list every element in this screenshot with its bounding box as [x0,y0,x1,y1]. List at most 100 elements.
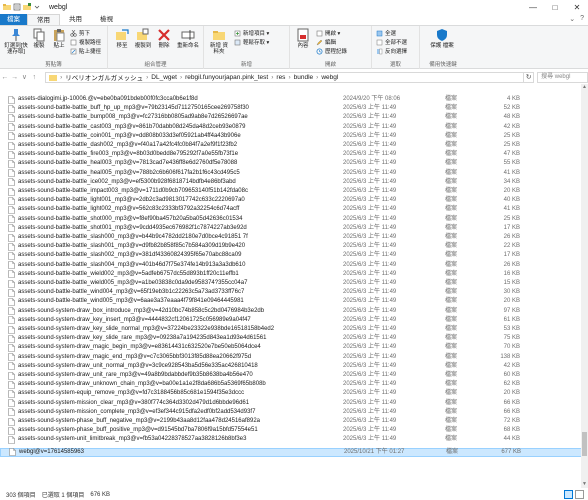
maximize-button[interactable]: □ [544,0,566,14]
breadcrumb-segment[interactable]: webgl [321,74,338,81]
details-view-icon[interactable] [564,490,573,499]
file-row[interactable]: assets-sound-battle-battle_light002_mp3@… [0,205,588,214]
copy-path-button[interactable]: 複製路徑 [70,38,101,46]
file-row[interactable]: assets-sound-battle-battle_wind004_mp3@v… [0,288,588,297]
file-row[interactable]: assets-sound-battle-battle_dash002_mp3@v… [0,141,588,150]
rename-button[interactable]: 重新命名 [175,28,201,49]
file-row[interactable]: assets-sound-system-equip_remove_mp3@v=f… [0,389,588,398]
file-row[interactable]: assets-sound-system-phase_buff_negative_… [0,417,588,426]
file-row[interactable]: assets-sound-system-draw_unit_normal_mp3… [0,362,588,371]
quick-access-toolbar [0,3,41,11]
scroll-down-arrow-icon[interactable]: ▼ [581,481,588,488]
move-to-button[interactable]: 移至 [112,28,132,49]
file-size: 53 KB [503,326,520,333]
file-row[interactable]: assets-sound-battle-battle_heal003_mp3@v… [0,159,588,168]
breadcrumb-segment[interactable]: rebgil.funyourjapan.pink_test [185,74,268,81]
file-row[interactable]: assets-sound-system-draw_key_slide_norma… [0,325,588,334]
file-row[interactable]: assets-sound-system-draw_magic_end_mp3@v… [0,353,588,362]
folder-icon [49,74,58,81]
file-type: 檔案 [445,289,458,296]
delete-button[interactable]: 刪除 [155,28,173,49]
file-row[interactable]: assets-sound-system-draw_box_introduce_m… [0,307,588,316]
history-button[interactable]: 歷程記錄 [316,47,347,55]
file-row[interactable]: assets-sound-system-draw_unit_rare_mp3@v… [0,371,588,380]
scroll-thumb[interactable] [582,432,587,456]
paste-shortcut-button[interactable]: 貼上捷徑 [70,47,101,55]
file-row[interactable]: assets-sound-battle-battle_wield002_mp3@… [0,270,588,279]
close-button[interactable]: ✕ [566,0,588,14]
breadcrumb-segment[interactable]: リベリオンガルガメッシュ [65,72,143,82]
new-item-button[interactable]: 新增項目 ▾ [234,29,269,37]
file-row[interactable]: assets-sound-battle-battle_wield005_mp3@… [0,279,588,288]
file-row[interactable]: assets-sound-battle-battle_impact003_mp3… [0,187,588,196]
selected-size: 676 KB [90,491,111,498]
tab-home[interactable]: 常用 [27,14,60,25]
breadcrumb-segment[interactable]: bundle [294,74,314,81]
new-folder-button[interactable]: 新增 資料夾 [208,28,230,55]
tab-view[interactable]: 檢視 [91,14,122,25]
file-date: 2025/6/3 上午 11:49 [343,280,397,287]
file-row[interactable]: assets-sound-battle-battle_buff_hp_up_mp… [0,104,588,113]
select-all-button[interactable]: 全選 [376,29,396,37]
file-row[interactable]: assets-sound-battle-battle_coin001_mp3@v… [0,132,588,141]
file-row[interactable]: assets-sound-battle-battle_wind005_mp3@v… [0,297,588,306]
edit-button[interactable]: 編輯 [316,38,336,46]
file-row[interactable]: assets-sound-battle-battle_slash004_mp3@… [0,261,588,270]
file-row[interactable]: assets-sound-system-draw_key_insert_mp3@… [0,316,588,325]
large-icons-view-icon[interactable] [575,490,584,499]
file-row[interactable]: assets-sound-system-draw_magic_begin_mp3… [0,343,588,352]
select-none-button[interactable]: 全部不選 [376,38,407,46]
file-type: 檔案 [445,142,458,149]
back-button[interactable]: ← [0,74,10,81]
easy-access-button[interactable]: 輕鬆存取 ▾ [234,38,269,46]
invert-selection-button[interactable]: 反向選擇 [376,47,407,55]
new-folder-icon[interactable] [23,3,31,11]
file-row[interactable]: assets-sound-system-mission_clear_mp3@v=… [0,399,588,408]
file-row[interactable]: assets-sound-battle-battle_ice002_mp3@v=… [0,178,588,187]
tab-file[interactable]: 檔案 [0,14,27,25]
file-row[interactable]: assets-sound-battle-battle_slash000_mp3@… [0,233,588,242]
scroll-up-arrow-icon[interactable]: ▲ [581,84,588,91]
file-row[interactable]: assets-sound-battle-battle_bump008_mp3@v… [0,113,588,122]
file-row[interactable]: assets-dialogimi.jp-10006.@v=ebe0ba091bd… [0,95,588,104]
file-row[interactable]: assets-sound-system-draw_key_slide_rare_… [0,334,588,343]
file-row[interactable]: assets-sound-battle-battle_slash002_mp3@… [0,251,588,260]
file-row[interactable]: assets-sound-battle-battle_fire003_mp3@v… [0,150,588,159]
file-row[interactable]: webgl@v=17614585963 2025/10/21 下午 01:27 檔案… [0,447,588,457]
cut-button[interactable]: 剪下 [70,29,90,37]
copy-button[interactable]: 複製 [30,28,48,49]
breadcrumb[interactable]: › リベリオンガルガメッシュ › DL_wget › rebgil.funyou… [45,71,525,83]
copy-to-button[interactable]: 複製到 [133,28,153,49]
ribbon-collapse-icon[interactable]: ⌄ [569,15,575,23]
help-icon[interactable]: ? [580,15,584,23]
file-row[interactable]: assets-sound-battle-battle_cast003_mp3@v… [0,123,588,132]
search-input[interactable]: 搜尋 webgl [537,71,588,83]
tab-share[interactable]: 共用 [60,14,91,25]
properties-button[interactable]: 內容 [294,28,312,49]
protect-files-button[interactable]: 保護 檔案 [428,28,456,49]
file-date: 2025/6/3 上午 11:49 [343,142,397,149]
up-button[interactable]: ↑ [29,74,39,81]
file-row[interactable]: assets-sound-system-phase_buff_positive_… [0,426,588,435]
properties-icon[interactable] [13,3,21,11]
file-size: 70 KB [503,344,520,351]
file-row[interactable]: assets-sound-battle-battle_shot001_mp3@v… [0,224,588,233]
file-row[interactable]: assets-sound-system-mission_complete_mp3… [0,408,588,417]
file-row[interactable]: assets-sound-system-unit_limitbreak_mp3@… [0,435,588,444]
file-row[interactable]: assets-sound-battle-battle_light001_mp3@… [0,196,588,205]
file-row[interactable]: assets-sound-system-draw_unknown_chain_m… [0,380,588,389]
dropdown-arrow-icon[interactable] [33,3,41,11]
refresh-button[interactable]: ↻ [524,71,535,83]
file-row[interactable]: assets-sound-battle-battle_slash001_mp3@… [0,242,588,251]
recent-locations-button[interactable]: ∨ [20,73,30,81]
forward-button[interactable]: → [10,74,20,81]
breadcrumb-segment[interactable]: DL_wget [151,74,177,81]
pin-quick-access-button[interactable]: 釘選到[快速存取] [3,28,29,55]
vertical-scrollbar[interactable]: ▲ ▼ [581,84,588,488]
file-row[interactable]: assets-sound-battle-battle_shot000_mp3@v… [0,215,588,224]
file-row[interactable]: assets-sound-battle-battle_heal005_mp3@v… [0,169,588,178]
open-button[interactable]: 開啟 ▾ [316,29,340,37]
minimize-button[interactable]: — [522,0,544,14]
breadcrumb-segment[interactable]: res [276,74,285,81]
paste-button[interactable]: 貼上 [50,28,68,49]
